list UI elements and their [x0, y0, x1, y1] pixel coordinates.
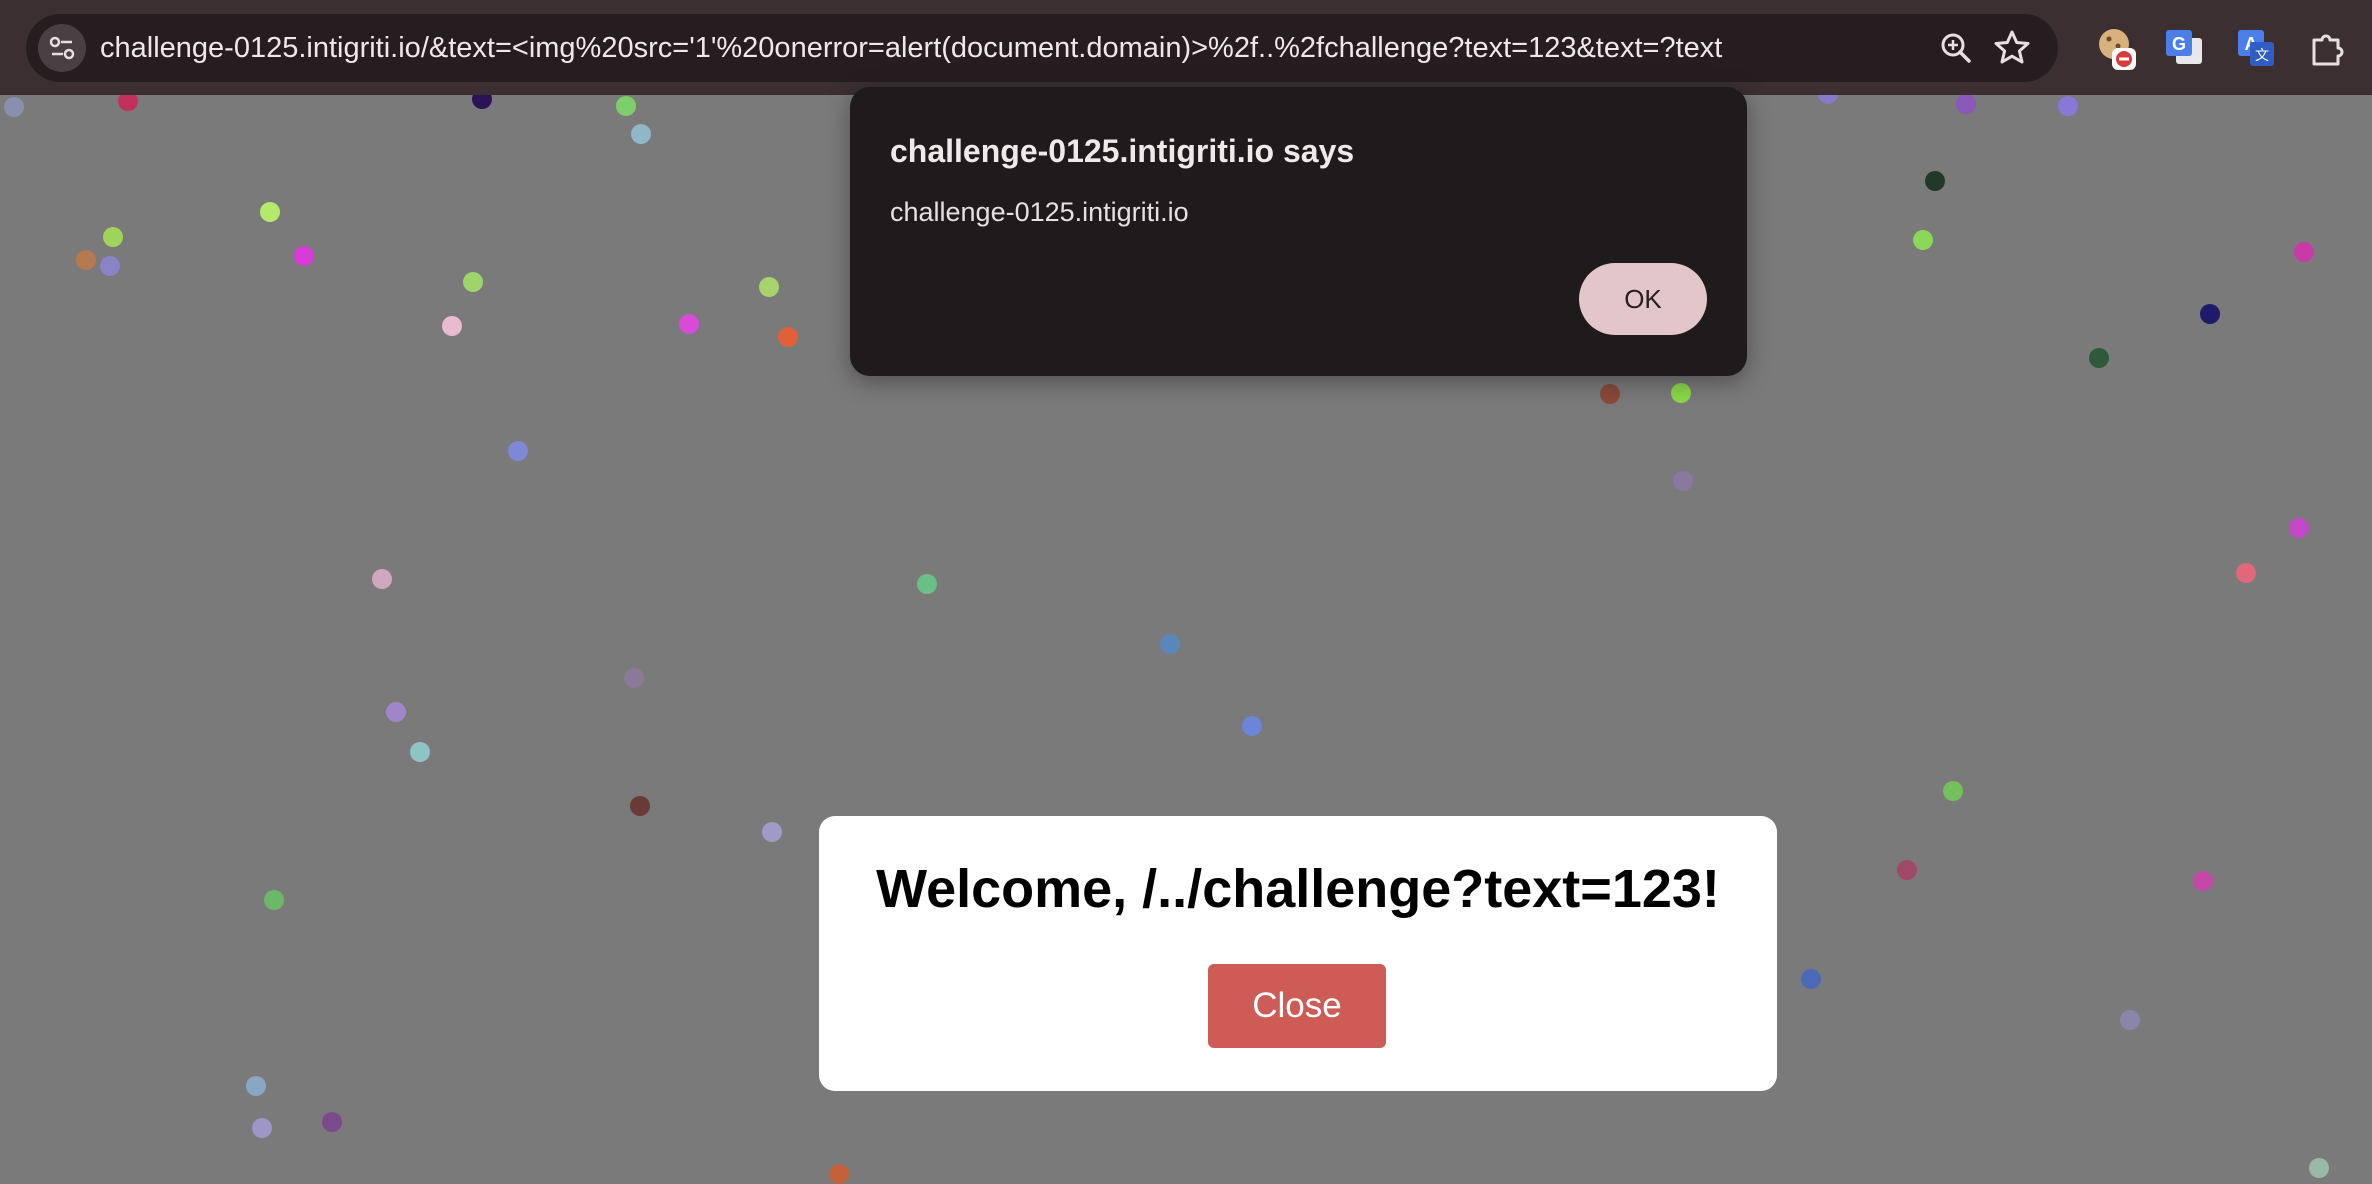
- cookie-blocker-extension-icon[interactable]: [2092, 24, 2140, 72]
- site-settings-icon[interactable]: [38, 24, 86, 72]
- confetti-dot: [1801, 969, 1821, 989]
- confetti-dot: [762, 822, 782, 842]
- welcome-title: Welcome, /../challenge?text=123!: [876, 859, 1720, 919]
- confetti-dot: [1242, 716, 1262, 736]
- confetti-dot: [2236, 563, 2256, 583]
- zoom-icon[interactable]: [1932, 24, 1980, 72]
- confetti-dot: [252, 1118, 272, 1138]
- confetti-dot: [630, 796, 650, 816]
- confetti-dot: [246, 1076, 266, 1096]
- url-text[interactable]: challenge-0125.intigriti.io/&text=<img%2…: [100, 14, 1722, 82]
- confetti-dot: [1943, 781, 1963, 801]
- bookmark-star-icon[interactable]: [1988, 24, 2036, 72]
- svg-text:文: 文: [2255, 47, 2269, 63]
- confetti-dot: [624, 668, 644, 688]
- confetti-dot: [1671, 383, 1691, 403]
- svg-text:G: G: [2172, 34, 2186, 54]
- confetti-dot: [759, 277, 779, 297]
- confetti-dot: [508, 441, 528, 461]
- browser-toolbar: challenge-0125.intigriti.io/&text=<img%2…: [0, 0, 2372, 95]
- confetti-dot: [2120, 1010, 2140, 1030]
- confetti-dot: [4, 97, 24, 117]
- confetti-dot: [76, 250, 96, 270]
- confetti-dot: [631, 124, 651, 144]
- ok-button[interactable]: OK: [1579, 263, 1707, 335]
- confetti-dot: [2058, 96, 2078, 116]
- confetti-dot: [322, 1112, 342, 1132]
- confetti-dot: [1600, 384, 1620, 404]
- address-bar[interactable]: challenge-0125.intigriti.io/&text=<img%2…: [26, 14, 2058, 82]
- google-translate-extension-icon[interactable]: G: [2160, 24, 2208, 72]
- confetti-dot: [463, 272, 483, 292]
- confetti-dot: [679, 314, 699, 334]
- confetti-dot: [410, 742, 430, 762]
- confetti-dot: [2309, 1158, 2329, 1178]
- confetti-dot: [1913, 230, 1933, 250]
- confetti-dot: [1897, 860, 1917, 880]
- confetti-dot: [1673, 471, 1693, 491]
- confetti-dot: [2294, 242, 2314, 262]
- confetti-dot: [1160, 634, 1180, 654]
- alert-message: challenge-0125.intigriti.io: [890, 197, 1189, 227]
- confetti-dot: [1956, 94, 1976, 114]
- confetti-dot: [264, 890, 284, 910]
- confetti-dot: [386, 702, 406, 722]
- confetti-dot: [372, 569, 392, 589]
- confetti-dot: [2289, 518, 2309, 538]
- confetti-dot: [100, 256, 120, 276]
- extensions-puzzle-icon[interactable]: [2304, 24, 2352, 72]
- translate-extension-icon[interactable]: A 文: [2232, 24, 2280, 72]
- confetti-dot: [2193, 871, 2213, 891]
- confetti-dot: [1925, 171, 1945, 191]
- confetti-dot: [2089, 348, 2109, 368]
- welcome-modal: Welcome, /../challenge?text=123! Close: [819, 816, 1777, 1091]
- confetti-dot: [294, 246, 314, 266]
- confetti-dot: [778, 327, 798, 347]
- confetti-dot: [616, 96, 636, 116]
- alert-title: challenge-0125.intigriti.io says: [890, 133, 1355, 169]
- confetti-dot: [103, 227, 123, 247]
- confetti-dot: [442, 316, 462, 336]
- close-button[interactable]: Close: [1208, 964, 1386, 1048]
- alert-dialog: challenge-0125.intigriti.io says challen…: [850, 87, 1747, 376]
- confetti-dot: [917, 574, 937, 594]
- confetti-dot: [829, 1164, 849, 1184]
- confetti-dot: [260, 202, 280, 222]
- confetti-dot: [2200, 304, 2220, 324]
